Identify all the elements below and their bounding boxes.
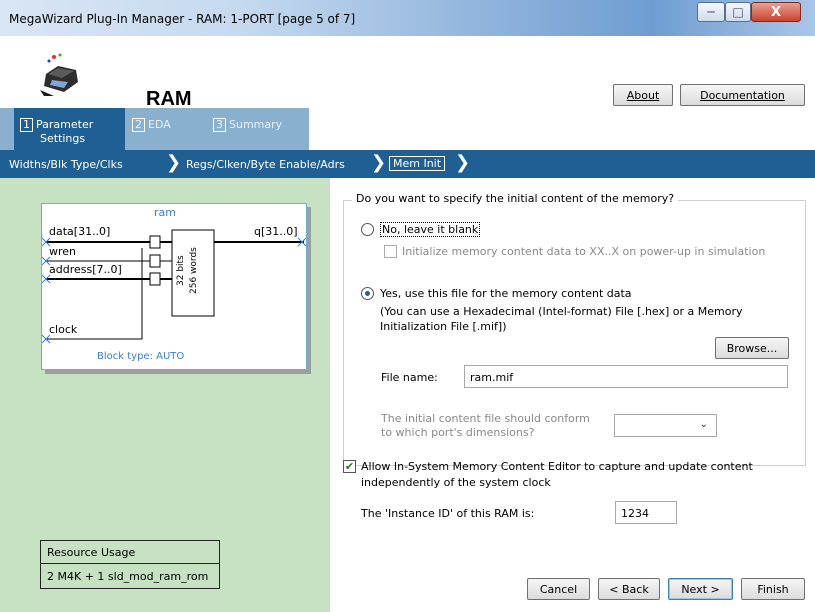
conform-label-line1: The initial content file should conform: [381, 412, 590, 425]
allow-in-system-label-line2: independently of the system clock: [361, 476, 551, 489]
page-breadcrumb: Widths/Blk Type/Clks ❯ Regs/Clken/Byte E…: [0, 150, 815, 178]
left-panel: ram data[31..0] wren address[7..0] clock…: [0, 178, 330, 612]
close-icon: X: [770, 4, 782, 20]
minimize-icon: ─: [707, 5, 715, 19]
tab-eda[interactable]: 2 EDA: [132, 108, 202, 150]
step-label-line2: Settings: [40, 132, 86, 145]
chevron-down-icon: ⌄: [699, 419, 708, 430]
documentation-button[interactable]: Documentation: [680, 84, 805, 106]
port-address: address[7..0]: [49, 263, 122, 276]
port-q: q[31..0]: [254, 225, 298, 238]
mem-width-label: 32 bits: [176, 255, 186, 286]
subnav-mem-init[interactable]: Mem Init: [389, 156, 446, 171]
title-bar: MegaWizard Plug-In Manager - RAM: 1-PORT…: [0, 0, 815, 36]
init-xx-checkbox[interactable]: [384, 245, 397, 258]
maximize-button[interactable]: □: [725, 2, 751, 22]
browse-button[interactable]: Browse...: [715, 337, 789, 359]
documentation-label: Documentation: [700, 88, 785, 102]
resource-usage-value: 2 M4K + 1 sld_mod_ram_rom: [47, 570, 209, 583]
allow-in-system-checkbox[interactable]: ✔: [343, 460, 356, 473]
memory-init-group: Do you want to specify the initial conte…: [343, 192, 806, 466]
conform-label-line2: to which port's dimensions?: [381, 426, 535, 439]
file-name-input[interactable]: ram.mif: [464, 365, 788, 388]
close-button[interactable]: X: [751, 2, 801, 22]
instance-id-value: 1234: [621, 507, 649, 520]
instance-id-input[interactable]: 1234: [615, 501, 677, 524]
port-clock: clock: [49, 323, 78, 336]
step-number: 2: [132, 118, 145, 132]
step-number: 3: [213, 118, 226, 132]
radio-no-leave-blank[interactable]: [361, 223, 374, 236]
step-label: EDA: [148, 118, 171, 131]
megawizard-logo-icon: [40, 53, 78, 96]
step-label: Summary: [229, 118, 283, 131]
tab-parameter-settings[interactable]: 1 Parameter Settings: [14, 108, 125, 150]
window-title: MegaWizard Plug-In Manager - RAM: 1-PORT…: [9, 12, 356, 26]
maximize-icon: □: [732, 5, 744, 19]
step-tabs: 1 Parameter Settings 2 EDA 3 Summary: [0, 108, 815, 150]
subnav-widths[interactable]: Widths/Blk Type/Clks: [9, 158, 123, 171]
finish-button[interactable]: Finish: [741, 578, 805, 600]
chevron-right-icon: ❯: [371, 152, 387, 173]
about-label: About: [626, 88, 660, 102]
radio-yes-label: Yes, use this file for the memory conten…: [380, 287, 632, 300]
yes-note-line2: Initialization File [.mif]): [380, 320, 507, 333]
minimize-button[interactable]: ─: [697, 2, 725, 22]
step-label: Parameter: [36, 118, 94, 131]
chevron-right-icon: ❯: [166, 152, 182, 173]
step-number: 1: [20, 118, 33, 132]
radio-no-label: No, leave it blank: [380, 222, 481, 237]
yes-note-line1: (You can use a Hexadecimal (Intel-format…: [380, 305, 743, 318]
diagram-title: ram: [154, 206, 176, 219]
finish-label: Finish: [757, 582, 789, 596]
next-label: Next >: [681, 582, 720, 596]
conform-port-select[interactable]: ⌄: [614, 414, 717, 437]
file-name-value: ram.mif: [470, 371, 514, 384]
block-type-label: Block type: AUTO: [97, 351, 185, 362]
cancel-button[interactable]: Cancel: [527, 578, 590, 600]
port-wren: wren: [49, 245, 77, 258]
about-button[interactable]: About: [613, 84, 673, 106]
next-button[interactable]: Next >: [668, 578, 733, 600]
browse-label: Browse...: [726, 341, 778, 355]
chevron-right-icon: ❯: [455, 152, 471, 173]
right-panel: Do you want to specify the initial conte…: [330, 178, 815, 612]
instance-id-label: The 'Instance ID' of this RAM is:: [361, 507, 535, 520]
memory-init-question: Do you want to specify the initial conte…: [352, 192, 679, 205]
back-button[interactable]: < Back: [598, 578, 660, 600]
mem-depth-label: 256 words: [189, 247, 199, 294]
radio-yes-use-file[interactable]: [361, 287, 374, 300]
wizard-header: RAM About Documentation: [0, 36, 815, 110]
resource-usage-box: Resource Usage 2 M4K + 1 sld_mod_ram_rom: [40, 540, 220, 589]
back-label: < Back: [609, 582, 649, 596]
port-data: data[31..0]: [49, 225, 111, 238]
cancel-label: Cancel: [539, 582, 578, 596]
file-name-label: File name:: [381, 371, 438, 384]
allow-in-system-label-line1: Allow In-System Memory Content Editor to…: [361, 460, 753, 473]
init-xx-label: Initialize memory content data to XX..X …: [402, 245, 766, 258]
tab-summary[interactable]: 3 Summary: [213, 108, 303, 150]
resource-usage-header: Resource Usage: [41, 541, 219, 564]
ram-block-diagram: ram data[31..0] wren address[7..0] clock…: [41, 203, 307, 370]
subnav-regs[interactable]: Regs/Clken/Byte Enable/Adrs: [186, 158, 345, 171]
